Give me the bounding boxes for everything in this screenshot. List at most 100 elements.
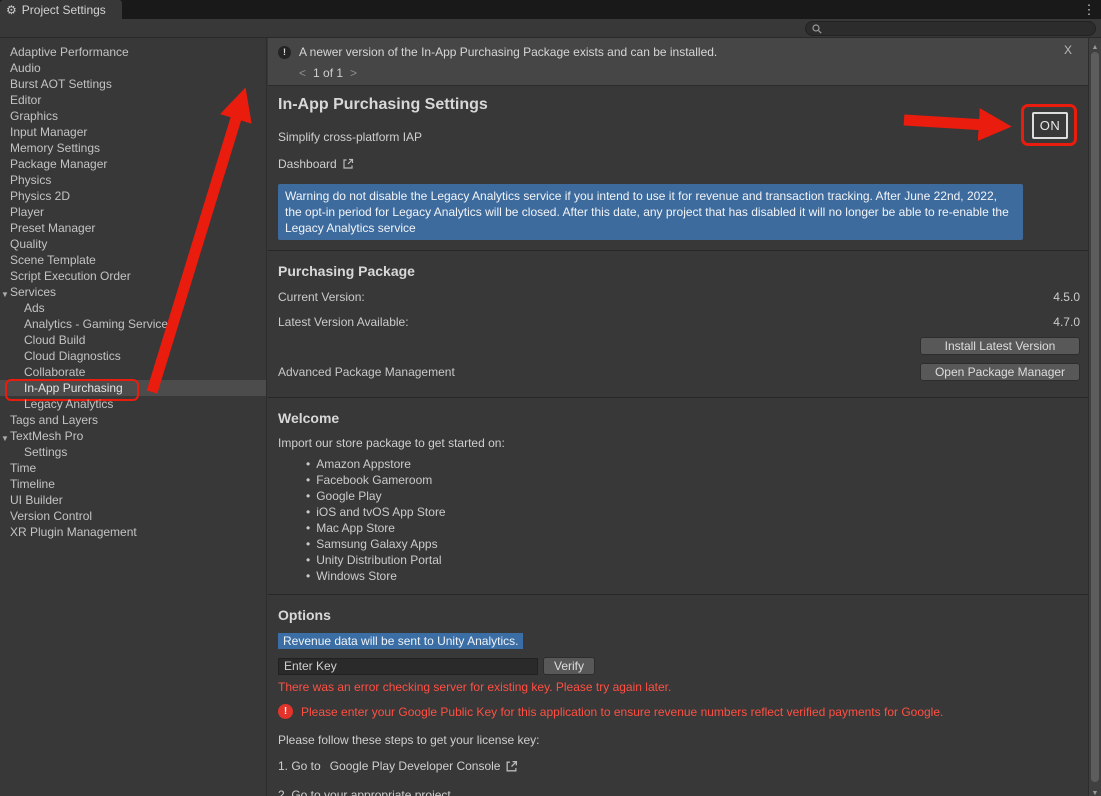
sidebar-item-label: Tags and Layers xyxy=(10,413,98,427)
info-icon xyxy=(278,46,291,59)
sidebar-item-label: Settings xyxy=(24,445,67,459)
sidebar-item-label: Graphics xyxy=(10,109,58,123)
sidebar-item[interactable]: Tags and Layers xyxy=(0,412,266,428)
sidebar-item-label: Physics 2D xyxy=(10,189,70,203)
vertical-scrollbar[interactable] xyxy=(1088,38,1101,796)
sidebar-item[interactable]: Cloud Build xyxy=(0,332,266,348)
sidebar-item[interactable]: Physics xyxy=(0,172,266,188)
advanced-package-management-label: Advanced Package Management xyxy=(278,365,455,379)
sidebar-item[interactable]: UI Builder xyxy=(0,492,266,508)
legacy-analytics-warning: Warning do not disable the Legacy Analyt… xyxy=(278,184,1023,240)
open-package-manager-button[interactable]: Open Package Manager xyxy=(920,363,1080,381)
sidebar-item[interactable]: Analytics - Gaming Services xyxy=(0,316,266,332)
sidebar-item[interactable]: Ads xyxy=(0,300,266,316)
sidebar-item[interactable]: Burst AOT Settings xyxy=(0,76,266,92)
sidebar-item-label: Quality xyxy=(10,237,47,251)
dashboard-link[interactable]: Dashboard xyxy=(278,157,1080,171)
sidebar-item[interactable]: Scene Template xyxy=(0,252,266,268)
sidebar-item[interactable]: In-App Purchasing xyxy=(0,380,266,396)
main-content: A newer version of the In-App Purchasing… xyxy=(268,38,1088,796)
google-play-console-link[interactable]: Google Play Developer Console xyxy=(330,759,501,773)
license-key-input[interactable] xyxy=(278,658,538,675)
analytics-note: Revenue data will be sent to Unity Analy… xyxy=(278,633,523,649)
page-title: In-App Purchasing Settings xyxy=(278,96,1080,114)
store-list: Amazon Appstore Facebook Gameroom Google… xyxy=(306,456,1080,584)
search-box[interactable] xyxy=(805,21,1096,36)
sidebar-item-label: TextMesh Pro xyxy=(10,429,83,443)
dashboard-link-label: Dashboard xyxy=(278,157,337,171)
sidebar-item-label: Scene Template xyxy=(10,253,96,267)
sidebar-item[interactable]: Time xyxy=(0,460,266,476)
options-heading: Options xyxy=(278,607,1080,623)
sidebar-item[interactable]: Quality xyxy=(0,236,266,252)
sidebar-item[interactable]: TextMesh Pro xyxy=(0,428,266,444)
store-list-item: Mac App Store xyxy=(306,520,1080,536)
welcome-intro: Import our store package to get started … xyxy=(278,436,1080,450)
sidebar-item[interactable]: Audio xyxy=(0,60,266,76)
sidebar-item[interactable]: Cloud Diagnostics xyxy=(0,348,266,364)
sidebar-item-label: Burst AOT Settings xyxy=(10,77,112,91)
sidebar-item[interactable]: Collaborate xyxy=(0,364,266,380)
sidebar-item-label: Editor xyxy=(10,93,41,107)
sidebar-item[interactable]: Settings xyxy=(0,444,266,460)
step-1-prefix: 1. Go to xyxy=(278,759,321,773)
latest-version-label: Latest Version Available: xyxy=(278,315,409,329)
sidebar-item[interactable]: Memory Settings xyxy=(0,140,266,156)
sidebar-item[interactable]: Services xyxy=(0,284,266,300)
external-link-icon xyxy=(505,760,518,773)
sidebar-item-label: Services xyxy=(10,285,56,299)
sidebar-item[interactable]: Timeline xyxy=(0,476,266,492)
store-list-item: iOS and tvOS App Store xyxy=(306,504,1080,520)
kebab-menu-icon[interactable] xyxy=(1081,0,1097,19)
latest-version-value: 4.7.0 xyxy=(1053,315,1080,329)
sidebar-item[interactable]: Input Manager xyxy=(0,124,266,140)
welcome-section: Welcome Import our store package to get … xyxy=(268,410,1088,595)
sidebar-item[interactable]: XR Plugin Management xyxy=(0,524,266,540)
sidebar-item-label: Physics xyxy=(10,173,51,187)
server-error-message: There was an error checking server for e… xyxy=(278,680,1080,694)
simplify-label: Simplify cross-platform IAP xyxy=(278,130,1080,144)
pager-prev-button[interactable]: < xyxy=(299,66,306,80)
title-bar: Project Settings xyxy=(0,0,1101,19)
sidebar-item[interactable]: Preset Manager xyxy=(0,220,266,236)
sidebar-item-label: Legacy Analytics xyxy=(24,397,113,411)
store-list-item: Amazon Appstore xyxy=(306,456,1080,472)
sidebar-item[interactable]: Player xyxy=(0,204,266,220)
sidebar-item[interactable]: Version Control xyxy=(0,508,266,524)
sidebar-item-label: Time xyxy=(10,461,36,475)
sidebar-item[interactable]: Physics 2D xyxy=(0,188,266,204)
sidebar-item[interactable]: Adaptive Performance xyxy=(0,44,266,60)
sidebar-item-label: Version Control xyxy=(10,509,92,523)
sidebar-item[interactable]: Script Execution Order xyxy=(0,268,266,284)
steps-intro: Please follow these steps to get your li… xyxy=(278,733,1080,747)
service-on-toggle[interactable]: ON xyxy=(1032,112,1068,139)
scroll-up-icon[interactable] xyxy=(1089,38,1101,50)
sidebar-item-label: Preset Manager xyxy=(10,221,95,235)
search-input[interactable] xyxy=(826,22,1089,35)
sidebar-item[interactable]: Package Manager xyxy=(0,156,266,172)
search-icon xyxy=(812,24,822,34)
options-section: Options Revenue data will be sent to Uni… xyxy=(268,607,1088,796)
store-list-item: Windows Store xyxy=(306,568,1080,584)
project-settings-tab[interactable]: Project Settings xyxy=(0,0,122,19)
install-latest-version-button[interactable]: Install Latest Version xyxy=(920,337,1080,355)
sidebar-item[interactable]: Editor xyxy=(0,92,266,108)
sidebar-item-label: Collaborate xyxy=(24,365,85,379)
close-icon[interactable]: X xyxy=(1064,43,1072,57)
scrollbar-thumb[interactable] xyxy=(1091,52,1099,782)
scroll-down-icon[interactable] xyxy=(1089,784,1101,796)
step-2: 2. Go to your appropriate project. xyxy=(278,788,1080,796)
pager-next-button[interactable]: > xyxy=(350,66,357,80)
store-list-item: Google Play xyxy=(306,488,1080,504)
sidebar-item-label: Player xyxy=(10,205,44,219)
google-key-error-message: Please enter your Google Public Key for … xyxy=(301,705,943,719)
sidebar-item-label: Analytics - Gaming Services xyxy=(24,317,174,331)
sidebar-item-label: Package Manager xyxy=(10,157,107,171)
sidebar-item-label: Ads xyxy=(24,301,45,315)
current-version-value: 4.5.0 xyxy=(1053,290,1080,304)
verify-button[interactable]: Verify xyxy=(543,657,595,675)
sidebar-item-label: XR Plugin Management xyxy=(10,525,137,539)
sidebar-item[interactable]: Legacy Analytics xyxy=(0,396,266,412)
step-1: 1. Go to Google Play Developer Console xyxy=(278,759,1080,773)
sidebar-item[interactable]: Graphics xyxy=(0,108,266,124)
